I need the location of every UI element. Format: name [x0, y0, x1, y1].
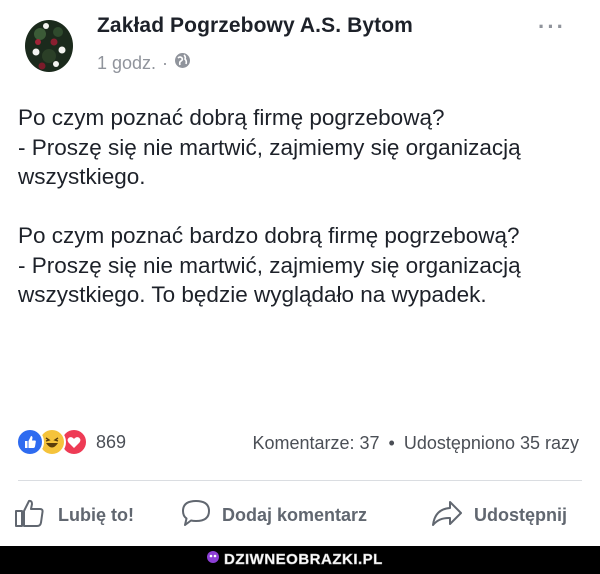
- comment-button[interactable]: Dodaj komentarz: [180, 498, 367, 533]
- share-arrow-icon: [430, 498, 464, 533]
- comment-button-label: Dodaj komentarz: [222, 505, 368, 525]
- like-button[interactable]: Lubię to!: [14, 498, 134, 533]
- reaction-count: 869: [96, 431, 127, 452]
- divider: [18, 480, 582, 481]
- stats-dot: •: [388, 433, 395, 453]
- post-stats: Komentarze: 37 • Udostępniono 35 razy: [252, 433, 579, 454]
- watermark-logo-icon: [206, 550, 220, 569]
- meta-separator: ·: [162, 52, 169, 73]
- action-bar: Lubię to! Dodaj komentarz Udostępnij: [0, 498, 600, 538]
- post-paragraph-1: Po czym poznać dobrą firmę pogrzebową? -…: [18, 105, 521, 189]
- watermark-bar: DZIWNEOBRAZKI.PL: [0, 546, 600, 574]
- globe-icon: [174, 52, 191, 74]
- shares-count[interactable]: Udostępniono 35 razy: [404, 433, 579, 453]
- more-options-button[interactable]: ···: [538, 14, 566, 40]
- watermark: DZIWNEOBRAZKI.PL: [206, 550, 383, 569]
- like-button-label: Lubię to!: [58, 505, 134, 525]
- page-name[interactable]: Zakład Pogrzebowy A.S. Bytom: [97, 14, 413, 38]
- post-text: Po czym poznać dobrą firmę pogrzebową? -…: [18, 103, 588, 310]
- comment-bubble-icon: [180, 498, 212, 533]
- page-avatar[interactable]: [18, 12, 80, 80]
- watermark-text: DZIWNEOBRAZKI.PL: [224, 551, 383, 569]
- comments-count[interactable]: Komentarze: 37: [252, 433, 379, 453]
- thumbs-up-icon: [14, 498, 48, 533]
- post-card: Zakład Pogrzebowy A.S. Bytom 1 godz. · ·…: [0, 0, 600, 546]
- share-button-label: Udostępnij: [474, 505, 567, 525]
- post-meta: 1 godz. ·: [97, 52, 191, 74]
- post-time[interactable]: 1 godz.: [97, 53, 156, 74]
- like-icon: [16, 428, 44, 456]
- post-paragraph-2: Po czym poznać bardzo dobrą firmę pogrze…: [18, 223, 521, 307]
- reactions-summary[interactable]: 869: [16, 428, 126, 456]
- share-button[interactable]: Udostępnij: [430, 498, 567, 533]
